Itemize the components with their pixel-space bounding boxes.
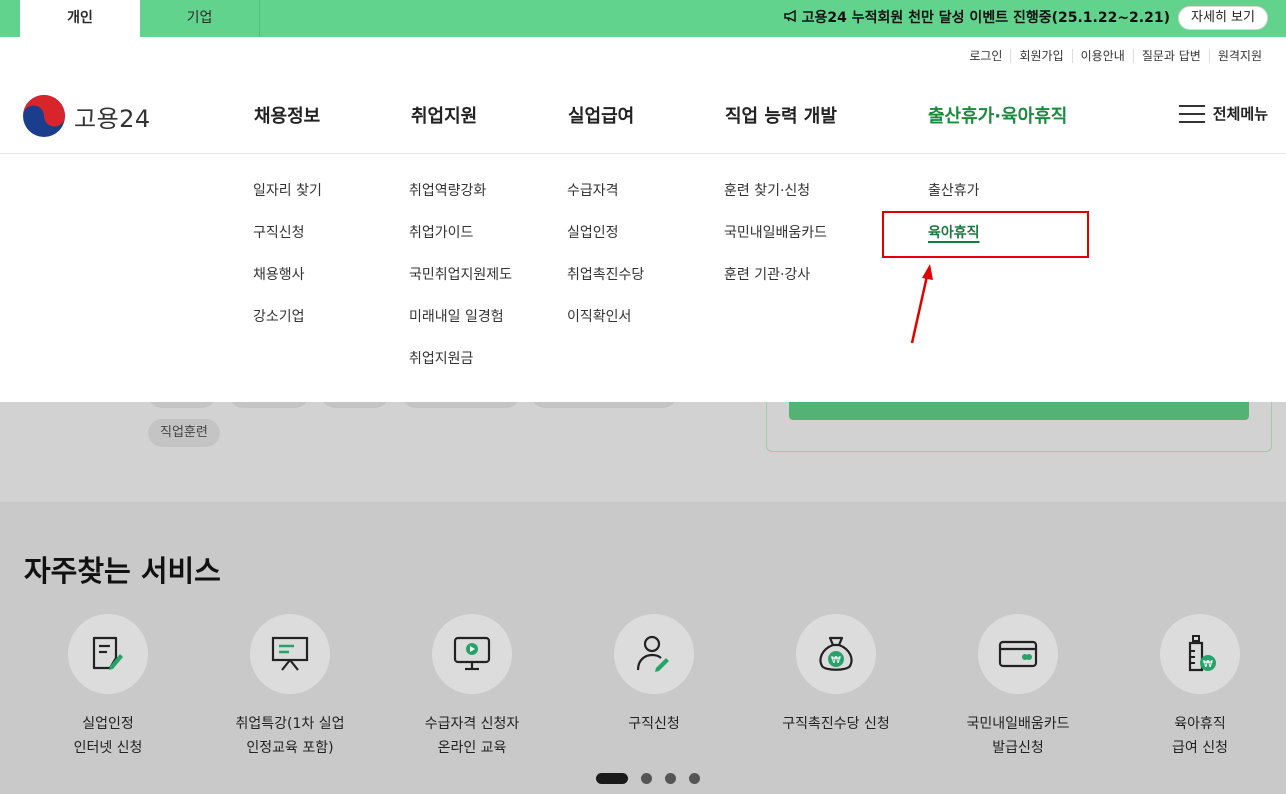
remote-support-link[interactable]: 원격지원 [1208,49,1270,63]
mega-col-training: 훈련 찾기·신청 국민내일배움카드 훈련 기관·강사 [724,182,827,308]
service-icon-circle [978,614,1058,694]
utility-links: 로그인 회원가입 이용안내 질문과 답변 원격지원 [961,49,1270,63]
money-bag-icon: ₩ [819,636,853,671]
highlight-box [882,211,1089,258]
service-item-online-education[interactable]: 수급자격 신청자온라인 교육 [382,614,562,760]
menu-item-subsidy[interactable]: 취업지원금 [409,350,512,392]
carousel-dot-3[interactable] [665,773,676,784]
taegeuk-logo-icon [23,95,65,137]
login-link[interactable]: 로그인 [961,49,1010,63]
menu-item-capability[interactable]: 취업역량강화 [409,182,512,224]
mega-col-employment-support: 취업역량강화 취업가이드 국민취업지원제도 미래내일 일경험 취업지원금 [409,182,512,392]
service-item-unemployment-recognition[interactable]: 실업인정인터넷 신청 [18,614,198,760]
site-logo[interactable]: 고용24 [22,94,151,138]
service-item-promotion-allowance[interactable]: ₩ 구직촉진수당 신청 [746,614,926,736]
carousel-dot-2[interactable] [641,773,652,784]
guide-link[interactable]: 이용안내 [1071,49,1133,63]
carousel-dot-4[interactable] [689,773,700,784]
menu-item-promotion-allowance[interactable]: 취업촉진수당 [567,266,644,308]
person-pen-icon [636,635,669,672]
monitor-play-icon [453,636,491,671]
service-label-line2: 급여 신청 [1172,740,1228,756]
menu-item-separation-certificate[interactable]: 이직확인서 [567,308,644,350]
keyword-chip-training[interactable]: 직업훈련 [148,419,220,447]
service-label-line1: 구직신청 [628,716,680,732]
service-icon-circle [614,614,694,694]
event-text: 고용24 누적회원 천만 달성 이벤트 진행중(25.1.22~2.21) [801,10,1170,26]
service-icon-circle [68,614,148,694]
logo-text: 고용24 [74,104,151,133]
presentation-board-icon [271,636,309,671]
gnb-maternity-parental-leave[interactable]: 출산휴가·육아휴직 [928,102,1067,128]
menu-item-job-fair[interactable]: 채용행사 [253,266,322,308]
menu-item-find-training[interactable]: 훈련 찾기·신청 [724,182,827,224]
menu-item-training-institution[interactable]: 훈련 기관·강사 [724,266,827,308]
service-label-line1: 수급자격 신청자 [424,716,520,732]
hamburger-icon [1178,104,1205,124]
menu-item-guide[interactable]: 취업가이드 [409,224,512,266]
gnb-unemployment-benefits[interactable]: 실업급여 [568,102,634,128]
carousel-dot-1[interactable] [596,773,628,784]
qna-link[interactable]: 질문과 답변 [1132,49,1209,63]
service-label-line1: 육아휴직 [1174,716,1226,732]
service-label-line2: 온라인 교육 [437,740,507,756]
all-menu-button[interactable]: 전체메뉴 [1178,103,1268,124]
tab-personal[interactable]: 개인 [20,0,140,37]
gnb-vocational-training[interactable]: 직업 능력 개발 [725,102,837,128]
service-item-parental-leave-benefit[interactable]: ₩ 육아휴직급여 신청 [1110,614,1286,760]
document-pen-icon [92,636,123,670]
red-arrow-annotation [910,264,933,344]
mega-menu: 일자리 찾기 구직신청 채용행사 강소기업 취업역량강화 취업가이드 국민취업지… [0,153,1286,402]
service-label-line1: 국민내일배움카드 [966,716,1070,732]
menu-item-work-experience[interactable]: 미래내일 일경험 [409,308,512,350]
menu-item-find-jobs[interactable]: 일자리 찾기 [253,182,322,224]
baby-bottle-icon: ₩ [1188,635,1216,672]
gnb-jobs[interactable]: 채용정보 [254,102,320,128]
service-label-line2: 인터넷 신청 [73,740,143,756]
carousel-pagination [596,773,713,784]
signup-link[interactable]: 회원가입 [1010,49,1071,63]
menu-item-eligibility[interactable]: 수급자격 [567,182,644,224]
service-label-line2: 인정교육 포함) [246,740,334,756]
service-label-line1: 실업인정 [82,716,134,732]
menu-item-recognition[interactable]: 실업인정 [567,224,644,266]
service-item-job-application[interactable]: 구직신청 [564,614,744,736]
event-banner[interactable]: 고용24 누적회원 천만 달성 이벤트 진행중(25.1.22~2.21) [783,0,1170,37]
service-label-line2: 발급신청 [992,740,1044,756]
svg-text:₩: ₩ [831,655,841,666]
menu-item-national-support[interactable]: 국민취업지원제도 [409,266,512,308]
service-icon-circle: ₩ [796,614,876,694]
service-label-line1: 구직촉진수당 신청 [782,716,890,732]
service-item-learning-card[interactable]: 국민내일배움카드발급신청 [928,614,1108,760]
event-detail-button[interactable]: 자세히 보기 [1178,6,1268,30]
mega-col-jobs: 일자리 찾기 구직신청 채용행사 강소기업 [253,182,322,350]
top-bar: 개인 기업 고용24 누적회원 천만 달성 이벤트 진행중(25.1.22~2.… [0,0,1286,37]
megaphone-icon [783,0,798,37]
mega-col-unemployment: 수급자격 실업인정 취업촉진수당 이직확인서 [567,182,644,350]
card-icon [998,640,1038,668]
service-label-line1: 취업특강(1차 실업 [235,716,345,732]
gnb-employment-support[interactable]: 취업지원 [411,102,477,128]
all-menu-label: 전체메뉴 [1212,105,1268,123]
svg-text:₩: ₩ [1203,659,1213,670]
frequent-services-title: 자주찾는 서비스 [24,554,221,588]
menu-item-small-giants[interactable]: 강소기업 [253,308,322,350]
service-item-lecture[interactable]: 취업특강(1차 실업인정교육 포함) [200,614,380,760]
service-icon-circle [250,614,330,694]
service-icon-circle: ₩ [1160,614,1240,694]
menu-item-job-application[interactable]: 구직신청 [253,224,322,266]
service-icon-circle [432,614,512,694]
background-green-button[interactable] [789,402,1249,420]
menu-item-learning-card[interactable]: 국민내일배움카드 [724,224,827,266]
tab-business[interactable]: 기업 [140,0,260,37]
